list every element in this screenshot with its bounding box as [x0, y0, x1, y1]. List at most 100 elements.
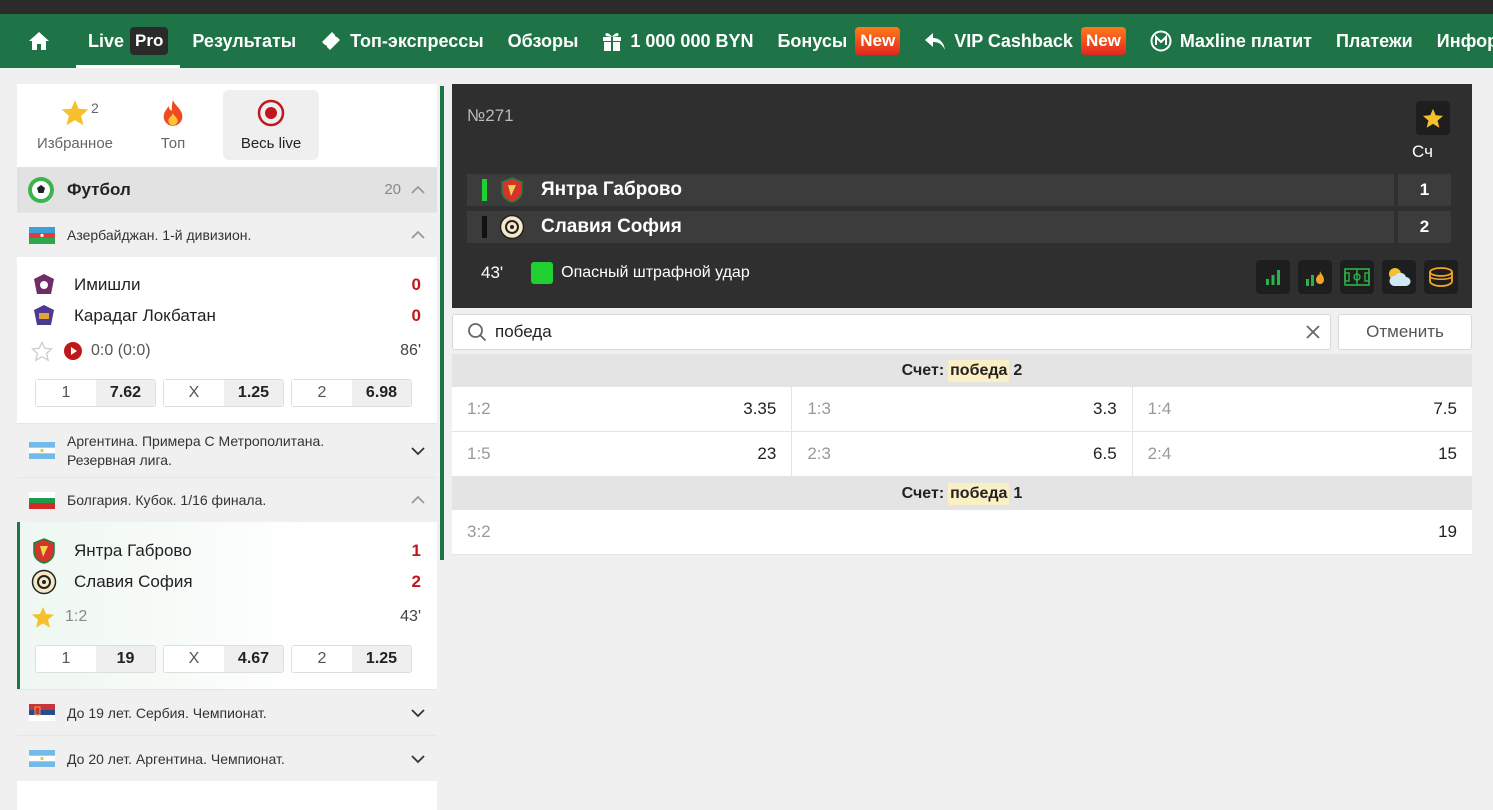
outcome-odd: 15 — [1438, 444, 1457, 463]
odds-row: 3:2 19 — [452, 510, 1472, 555]
league-name: Болгария. Кубок. 1/16 финала. — [67, 492, 267, 508]
star-icon[interactable] — [31, 606, 55, 629]
tab-favorites[interactable]: 2 Избранное — [27, 90, 123, 160]
outcome-button[interactable]: 1:3 3.3 — [792, 387, 1133, 431]
nav-vip-cashback[interactable]: VIP Cashback New — [912, 14, 1138, 68]
nav-maxline-pays[interactable]: Maxline платит — [1138, 14, 1324, 68]
odd-button[interactable]: 1 7.62 — [35, 379, 156, 407]
live-sidebar: 2 Избранное Топ Весь live Футбол 20 Азер… — [17, 84, 437, 810]
tab-top[interactable]: Топ — [125, 90, 221, 160]
nav-prize[interactable]: 1 000 000 BYN — [590, 14, 765, 68]
star-icon — [1422, 108, 1444, 128]
match-away-team: Карадаг Локбатан 0 — [31, 300, 437, 331]
odd-label: 2 — [292, 646, 352, 672]
odd-label: X — [164, 646, 224, 672]
odd-value: 7.62 — [96, 380, 155, 406]
outcome-button[interactable]: 2:3 6.5 — [792, 432, 1133, 476]
team-score: 0 — [411, 274, 421, 294]
home-button[interactable] — [0, 14, 76, 68]
tab-all-live[interactable]: Весь live — [223, 90, 319, 160]
field-view-button[interactable] — [1340, 260, 1374, 294]
outcome-button[interactable]: 2:4 15 — [1133, 432, 1472, 476]
odd-button[interactable]: 2 1.25 — [291, 645, 412, 673]
team-name: Янтра Габрово — [541, 179, 682, 200]
nav-info-label: Информация — [1436, 30, 1493, 51]
stadium-button[interactable] — [1424, 260, 1458, 294]
nav-results[interactable]: Результаты — [180, 14, 308, 68]
tab-top-label: Топ — [160, 135, 186, 152]
odd-value: 19 — [96, 646, 155, 672]
league-row[interactable]: Аргентина. Примера С Метрополитана. Резе… — [17, 423, 437, 477]
live-record-icon — [257, 99, 285, 127]
stats-button[interactable] — [1256, 260, 1290, 294]
nav-payments[interactable]: Платежи — [1324, 14, 1425, 68]
new-badge: New — [855, 27, 901, 55]
video-play-icon[interactable] — [63, 341, 83, 361]
chevron-up-icon — [411, 495, 425, 504]
flag-argentina-icon — [29, 442, 55, 459]
clear-icon[interactable] — [1306, 325, 1320, 339]
star-icon — [61, 100, 89, 126]
odds-row: 1:2 3.35 1:3 3.3 1:4 7.5 — [452, 387, 1472, 432]
nav-info[interactable]: Информация — [1425, 14, 1493, 68]
favorite-button[interactable] — [1416, 101, 1450, 135]
nav-live-label: Live — [88, 30, 125, 51]
ticket-icon — [322, 32, 341, 50]
nav-payments-label: Платежи — [1335, 30, 1413, 51]
outcome-label: 1:4 — [1147, 399, 1172, 418]
sidebar-scrollbar[interactable] — [440, 86, 444, 560]
team-score: 0 — [411, 305, 421, 325]
league-row[interactable]: До 19 лет. Сербия. Чемпионат. — [17, 689, 437, 735]
scoreboard-tools — [1256, 260, 1458, 294]
top-strip — [0, 0, 1493, 14]
outcome-button[interactable]: 1:5 23 — [452, 432, 793, 476]
match-minute: 43' — [481, 263, 504, 282]
odd-button[interactable]: 1 19 — [35, 645, 156, 673]
stadium-icon — [1429, 267, 1453, 287]
match-card-selected[interactable]: Янтра Габрово 1 Славия София 2 1:2 43' 1… — [17, 522, 437, 689]
outcome-label: 3:2 — [467, 522, 491, 541]
team-logo-icon — [34, 304, 54, 325]
team-name: Славия София — [74, 571, 193, 591]
momentum-button[interactable] — [1298, 260, 1332, 294]
outcome-button[interactable]: 1:2 3.35 — [452, 387, 793, 431]
sport-football[interactable]: Футбол 20 — [17, 167, 437, 212]
cancel-button[interactable]: Отменить — [1338, 314, 1472, 350]
outcome-label: 1:5 — [467, 444, 491, 463]
nav-reviews[interactable]: Обзоры — [496, 14, 591, 68]
nav-live[interactable]: Live Pro — [76, 14, 181, 68]
league-row[interactable]: Болгария. Кубок. 1/16 финала. — [17, 477, 437, 522]
search-value: победа — [495, 322, 552, 341]
market-header: Счет: победа 2 — [452, 354, 1472, 387]
market-search-input[interactable]: победа — [452, 314, 1331, 350]
league-row[interactable]: Азербайджан. 1-й дивизион. — [17, 212, 437, 257]
league-name: До 19 лет. Сербия. Чемпионат. — [67, 704, 267, 721]
nav-bonuses[interactable]: Бонусы New — [765, 14, 912, 68]
match-score-detail: 1:2 — [65, 608, 88, 625]
outcome-label: 2:3 — [807, 444, 831, 463]
league-name: Азербайджан. 1-й дивизион. — [67, 227, 252, 243]
weather-cloud-sun-icon — [1389, 268, 1411, 286]
market-title-highlight: победа — [948, 359, 1010, 382]
team-logo-icon — [34, 273, 54, 294]
odd-button[interactable]: 2 6.98 — [291, 379, 412, 407]
league-row[interactable]: До 20 лет. Аргентина. Чемпионат. — [17, 735, 437, 781]
main-nav: Live Pro Результаты Топ-экспрессы Обзоры… — [0, 14, 1493, 68]
sport-count: 20 — [384, 181, 401, 198]
outcome-odd: 3.35 — [743, 399, 777, 418]
nav-top-express[interactable]: Топ-экспрессы — [308, 14, 495, 68]
market-title-highlight: победа — [948, 482, 1010, 505]
event-indicator — [531, 262, 554, 284]
outcome-button[interactable]: 3:2 19 — [452, 510, 1472, 554]
market-title-suffix: 2 — [1013, 361, 1023, 379]
outcome-button[interactable]: 1:4 7.5 — [1133, 387, 1472, 431]
odd-button[interactable]: X 4.67 — [163, 645, 284, 673]
flag-argentina-icon — [29, 750, 55, 767]
home-icon — [29, 32, 49, 50]
market-title-suffix: 1 — [1013, 484, 1023, 502]
outcome-label: 1:3 — [807, 399, 831, 418]
odd-button[interactable]: X 1.25 — [163, 379, 284, 407]
weather-button[interactable] — [1382, 260, 1416, 294]
match-card[interactable]: Имишли 0 Карадаг Локбатан 0 0:0 (0:0) 86… — [17, 257, 437, 423]
star-outline-icon[interactable] — [31, 340, 53, 362]
